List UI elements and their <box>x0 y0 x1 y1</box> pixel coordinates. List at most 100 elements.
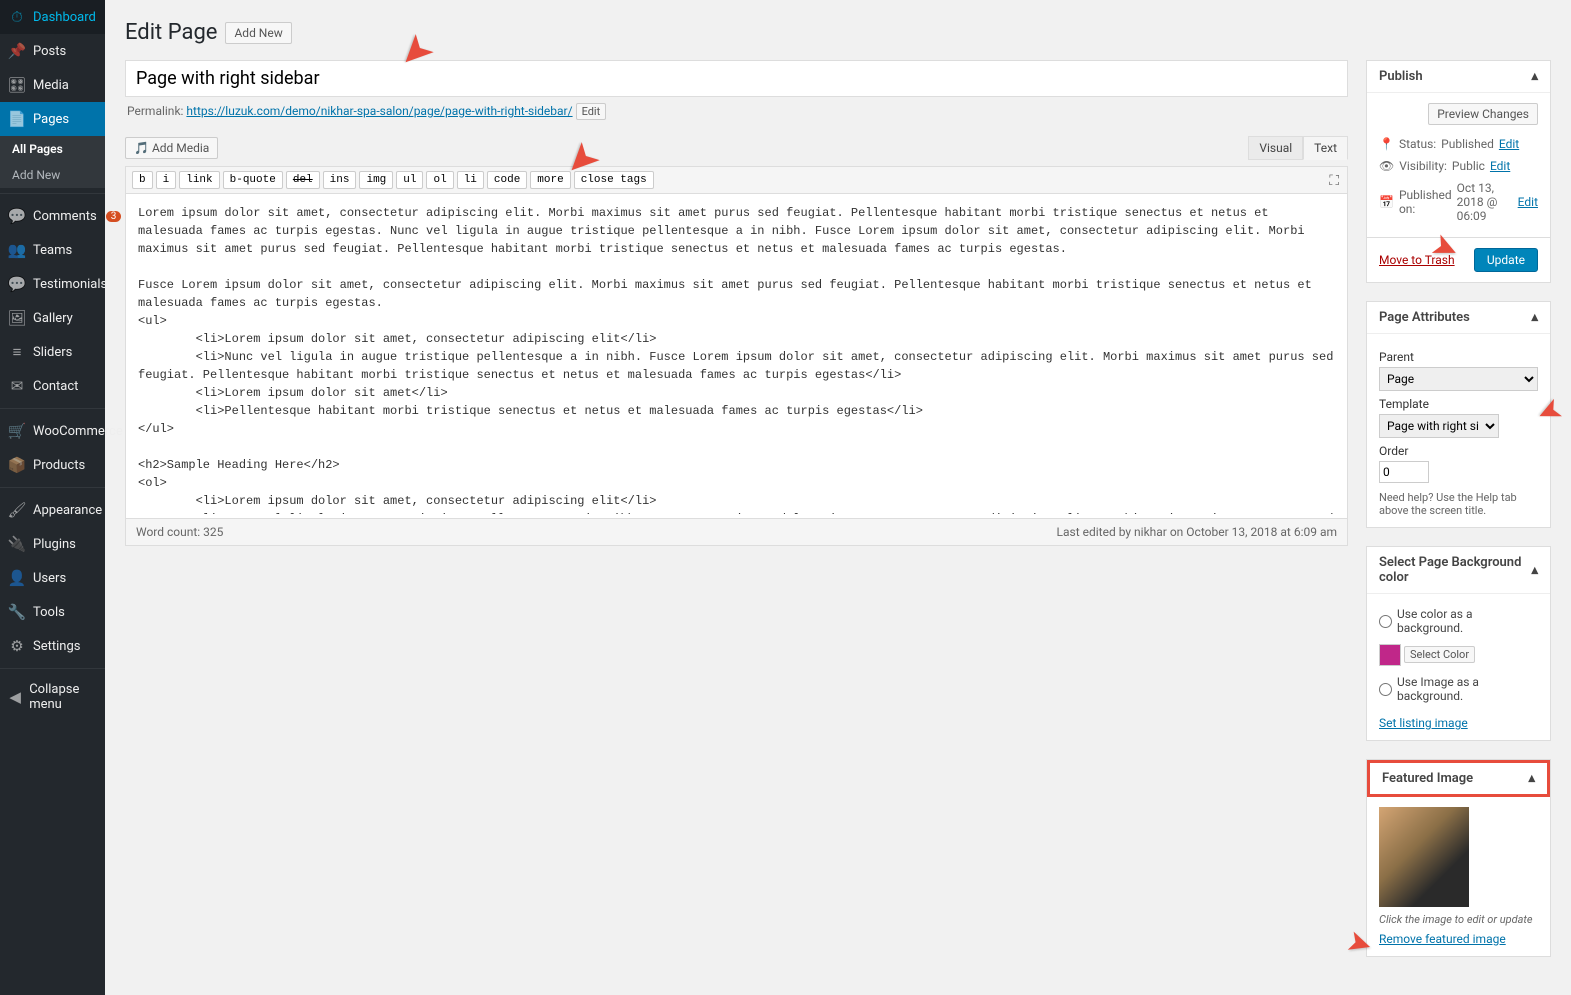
collapse-icon: ◀ <box>8 688 22 706</box>
menu-label: Appearance <box>33 503 102 518</box>
eye-icon: 👁 <box>1379 159 1394 173</box>
collapse-menu[interactable]: ◀ Collapse menu <box>0 674 105 720</box>
color-preview[interactable] <box>1379 644 1401 666</box>
featured-title: Featured Image <box>1382 771 1473 786</box>
sidebar-item-testimonials[interactable]: 💬Testimonials <box>0 267 105 301</box>
bg-head[interactable]: Select Page Background color▴ <box>1367 547 1550 594</box>
sidebar-item-contact[interactable]: ✉ Contact <box>0 369 105 403</box>
featured-note: Click the image to edit or update <box>1379 913 1538 926</box>
page-title-input[interactable] <box>125 60 1348 97</box>
editor-tabs: Visual Text <box>1248 136 1348 160</box>
toolbar-link[interactable]: link <box>179 171 219 189</box>
bg-opt2-label: Use Image as a background. <box>1397 675 1538 703</box>
sidebar-item-plugins[interactable]: 🔌Plugins <box>0 527 105 561</box>
sidebar-item-media[interactable]: 🎛Media <box>0 68 105 102</box>
visibility-edit-link[interactable]: Edit <box>1490 159 1510 173</box>
sidebar-item-tools[interactable]: 🔧Tools <box>0 595 105 629</box>
page-heading: Edit Page <box>125 20 217 45</box>
menu-icon: 👥 <box>8 241 26 259</box>
menu-icon: ≡ <box>8 343 26 361</box>
featured-head[interactable]: Featured Image ▴ <box>1367 760 1550 797</box>
permalink-label: Permalink: <box>127 104 183 118</box>
sidebar-item-gallery[interactable]: 🖼Gallery <box>0 301 105 335</box>
toolbar-code[interactable]: code <box>487 171 527 189</box>
sidebar-item-appearance[interactable]: 🖌Appearance <box>0 493 105 527</box>
collapse-label: Collapse menu <box>29 682 97 712</box>
menu-label: Sliders <box>33 345 72 360</box>
status-label: Status: <box>1399 137 1436 151</box>
published-edit-link[interactable]: Edit <box>1518 195 1538 209</box>
menu-label: Posts <box>33 44 66 59</box>
remove-featured-link[interactable]: Remove featured image <box>1379 932 1506 946</box>
template-select[interactable]: Page with right sidebar <box>1379 414 1499 438</box>
toolbar-img[interactable]: img <box>359 171 393 189</box>
submenu-all-pages[interactable]: All Pages <box>0 136 105 162</box>
bg-image-radio[interactable] <box>1379 683 1392 696</box>
move-to-trash-link[interactable]: Move to Trash <box>1379 253 1455 267</box>
order-input[interactable] <box>1379 461 1429 483</box>
toolbar-i[interactable]: i <box>156 171 177 189</box>
toolbar-li[interactable]: li <box>457 171 484 189</box>
set-listing-image-link[interactable]: Set listing image <box>1379 716 1468 730</box>
menu-label: Teams <box>33 243 72 258</box>
sidebar-item-woocommerce[interactable]: 🛒WooCommerce <box>0 414 105 448</box>
sidebar-item-settings[interactable]: ⚙Settings <box>0 629 105 663</box>
parent-select[interactable]: Page <box>1379 367 1538 391</box>
toolbar-ol[interactable]: ol <box>426 171 453 189</box>
toolbar-del[interactable]: del <box>286 171 320 189</box>
bg-color-radio[interactable] <box>1379 615 1392 628</box>
permalink-url[interactable]: https://luzuk.com/demo/nikhar-spa-salon/… <box>186 104 572 118</box>
submenu-add-new[interactable]: Add New <box>0 162 105 188</box>
menu-icon: 🔌 <box>8 535 26 553</box>
toolbar-more[interactable]: more <box>530 171 570 189</box>
menu-label: Gallery <box>33 311 73 326</box>
sidebar-item-users[interactable]: 👤Users <box>0 561 105 595</box>
tab-text[interactable]: Text <box>1303 136 1348 160</box>
sidebar-item-sliders[interactable]: ≡ Sliders <box>0 335 105 369</box>
menu-label: Users <box>33 571 66 586</box>
toggle-icon: ▴ <box>1528 771 1535 786</box>
admin-sidebar: ⏱Dashboard 📌 Posts 🎛Media📄PagesAll PagesAdd… <box>0 0 105 995</box>
featured-image-box: Featured Image ▴ Click the image to edit … <box>1366 759 1551 957</box>
menu-icon: ✉ <box>8 377 26 395</box>
toolbar-ins[interactable]: ins <box>323 171 357 189</box>
permalink-edit-button[interactable]: Edit <box>576 103 607 120</box>
fullscreen-icon[interactable]: ⛶ <box>1329 173 1339 189</box>
sidebar-item-pages[interactable]: 📄Pages <box>0 102 105 136</box>
status-value: Published <box>1441 137 1494 151</box>
toolbar-close-tags[interactable]: close tags <box>574 171 654 189</box>
editor-status-bar: Word count: 325 Last edited by nikhar on… <box>126 518 1347 545</box>
toolbar-ul[interactable]: ul <box>396 171 423 189</box>
sidebar-item-products[interactable]: 📦Products <box>0 448 105 482</box>
publish-head[interactable]: Publish▴ <box>1367 61 1550 93</box>
parent-label: Parent <box>1379 350 1538 364</box>
status-edit-link[interactable]: Edit <box>1499 137 1519 151</box>
toolbar-b[interactable]: b <box>132 171 153 189</box>
annotation-arrow-5: ➤ <box>1342 923 1377 964</box>
menu-icon: 📦 <box>8 456 26 474</box>
menu-icon: 📌 <box>8 42 26 60</box>
menu-label: Contact <box>33 379 78 394</box>
featured-image-thumb[interactable] <box>1379 807 1469 907</box>
attrs-head[interactable]: Page Attributes▴ <box>1367 302 1550 334</box>
toolbar-b-quote[interactable]: b-quote <box>223 171 283 189</box>
select-color-button[interactable]: Select Color <box>1404 646 1475 663</box>
add-new-button[interactable]: Add New <box>225 22 291 44</box>
order-label: Order <box>1379 444 1538 458</box>
calendar-icon: 📅 <box>1379 195 1394 209</box>
sidebar-item-comments[interactable]: 💬Comments3 <box>0 199 105 233</box>
page-attributes-box: Page Attributes▴ Parent Page Template ➤ … <box>1366 301 1551 528</box>
sidebar-item-dashboard[interactable]: ⏱Dashboard <box>0 0 105 34</box>
preview-changes-button[interactable]: Preview Changes <box>1428 103 1538 125</box>
visibility-value: Public <box>1452 159 1485 173</box>
bg-title: Select Page Background color <box>1379 555 1531 585</box>
menu-icon: 🎛 <box>8 76 26 94</box>
update-button[interactable]: Update <box>1474 248 1538 272</box>
editor-box: ➤ bilinkb-quotedelinsimgulollicodemorecl… <box>125 166 1348 546</box>
sidebar-item-posts[interactable]: 📌 Posts <box>0 34 105 68</box>
content-textarea[interactable] <box>126 194 1347 514</box>
tab-visual[interactable]: Visual <box>1248 136 1303 160</box>
visibility-label: Visibility: <box>1399 159 1447 173</box>
add-media-button[interactable]: 🎵 Add Media <box>125 137 218 159</box>
sidebar-item-teams[interactable]: 👥 Teams <box>0 233 105 267</box>
